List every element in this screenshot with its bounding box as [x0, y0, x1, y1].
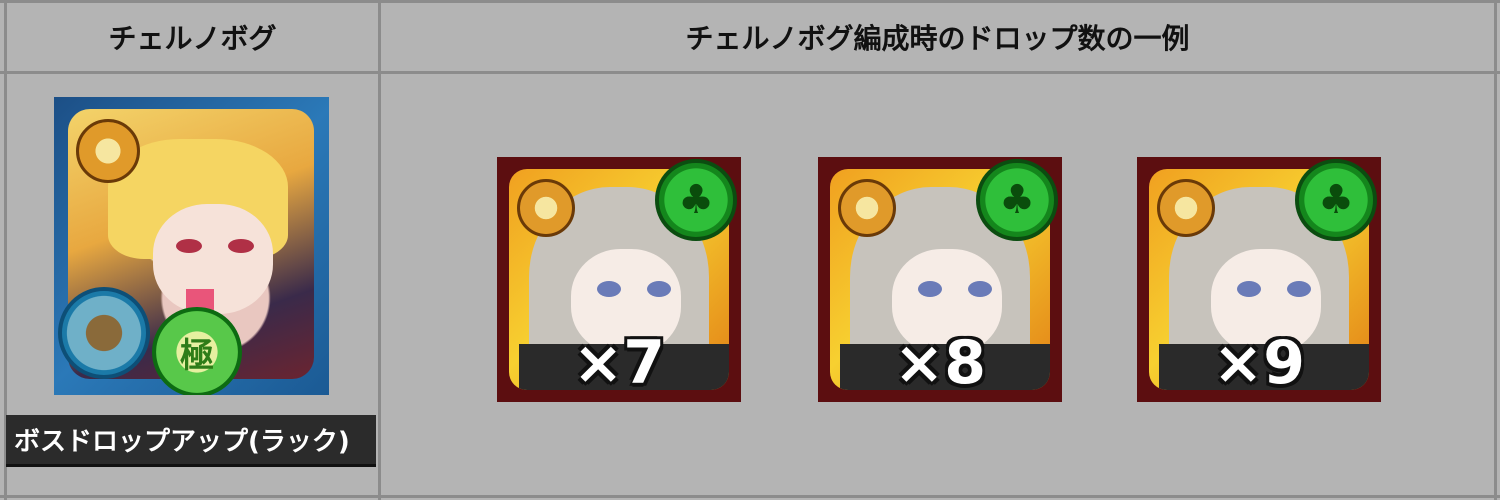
- clover-icon: ♣: [655, 159, 737, 241]
- drop-item-2[interactable]: ♣ ×8: [818, 157, 1062, 402]
- drop-multiplier: ×8: [893, 328, 987, 398]
- drop-eye-right: [647, 281, 671, 297]
- header-divider: [0, 71, 1500, 74]
- table-border-right: [1494, 0, 1497, 500]
- drop-eye-left: [1237, 281, 1261, 297]
- table-border-bottom: [0, 495, 1500, 498]
- drop-table: チェルノボグ チェルノボグ編成時のドロップ数の一例 極 ボスドロップアップ(ラッ…: [0, 0, 1500, 500]
- drop-eye-left: [918, 281, 942, 297]
- header-character-name: チェルノボグ: [108, 22, 277, 55]
- drop-item-3[interactable]: ♣ ×9: [1137, 157, 1381, 402]
- header-drop-example: チェルノボグ編成時のドロップ数の一例: [685, 22, 1190, 55]
- drop-eye-right: [968, 281, 992, 297]
- medal-icon: [517, 179, 575, 237]
- medal-icon: [76, 119, 140, 183]
- drop-eye-right: [1287, 281, 1311, 297]
- grade-badge-label: 極: [180, 335, 214, 376]
- character-eye-left: [176, 239, 202, 253]
- clover-icon: ♣: [976, 159, 1058, 241]
- character-portrait[interactable]: 極: [54, 97, 329, 395]
- medal-icon: [838, 179, 896, 237]
- medal-icon: [1157, 179, 1215, 237]
- drop-multiplier: ×7: [572, 328, 666, 398]
- drop-item-1[interactable]: ♣ ×7: [497, 157, 741, 402]
- skill-label: ボスドロップアップ(ラック): [6, 415, 376, 467]
- element-badge-icon: [58, 287, 150, 379]
- column-divider: [378, 0, 381, 500]
- grade-badge-icon: 極: [152, 307, 242, 395]
- character-eye-right: [228, 239, 254, 253]
- clover-icon: ♣: [1295, 159, 1377, 241]
- drop-multiplier: ×9: [1212, 328, 1306, 398]
- drop-eye-left: [597, 281, 621, 297]
